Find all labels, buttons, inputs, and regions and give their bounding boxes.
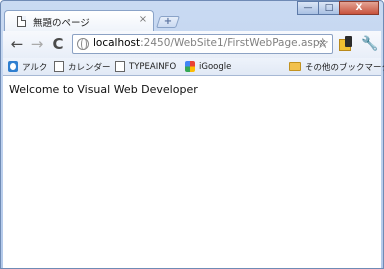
bookmarks-bar: アルク カレンダー TYPEAINFO iGoogle その他のブックマーク [3,58,384,76]
bookmark-igoogle[interactable]: iGoogle [185,60,231,73]
toolbar: ← → C localhost:2450/WebSite1/FirstWebPa… [3,31,381,58]
bookmark-label: TYPEAINFO [129,61,177,72]
browser-window: 無題のページ × + — □ X ← → C localhost:2450/We… [0,0,384,269]
bookmark-label: iGoogle [199,61,232,72]
google-icon [185,61,195,72]
bookmark-typeainfo[interactable]: TYPEAINFO [115,60,176,73]
forward-button[interactable]: → [29,35,45,53]
address-bar[interactable]: localhost:2450/WebSite1/FirstWebPage.asp… [72,34,333,54]
minimize-button[interactable]: — [297,1,319,15]
url-text: localhost:2450/WebSite1/FirstWebPage.asp… [93,37,326,49]
title-bar: 無題のページ × + — □ X [1,1,383,32]
new-tab-button[interactable]: + [156,16,180,28]
page-icon [17,16,26,27]
extension-icon[interactable] [339,36,353,52]
wrench-icon[interactable]: 🔧 [361,35,378,53]
url-host: localhost [93,37,141,49]
tab-active[interactable]: 無題のページ × [4,10,154,32]
window-controls: — □ X [297,1,379,17]
bookmark-label: アルク [22,62,48,73]
star-icon[interactable]: ☆ [316,36,329,52]
reload-button[interactable]: C [50,35,66,53]
bookmark-calendar[interactable]: カレンダー [54,60,111,73]
bookmark-label: カレンダー [68,62,111,73]
bookmark-alc[interactable]: アルク [8,60,47,73]
maximize-button[interactable]: □ [318,1,340,15]
tab-title: 無題のページ [33,18,90,29]
page-icon [115,61,125,72]
url-path: :2450/WebSite1/FirstWebPage.aspx [140,37,326,49]
close-window-button[interactable]: X [339,1,379,15]
globe-icon [77,38,89,50]
page-icon [54,61,64,72]
other-bookmarks[interactable]: その他のブックマーク [289,60,384,73]
folder-icon [289,62,301,71]
page-content: Welcome to Visual Web Developer [3,76,381,268]
welcome-text: Welcome to Visual Web Developer [9,83,198,96]
back-button[interactable]: ← [9,35,25,53]
other-bookmarks-label: その他のブックマーク [305,62,384,73]
alc-icon [8,61,18,72]
close-icon[interactable]: × [137,14,149,26]
